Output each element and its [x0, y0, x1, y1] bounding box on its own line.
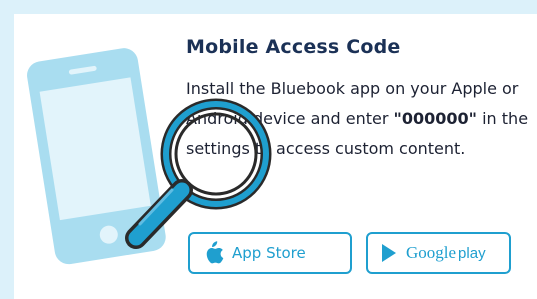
google-play-label: Google play — [406, 243, 486, 263]
play-icon — [382, 244, 396, 262]
card-title: Mobile Access Code — [186, 36, 401, 58]
app-store-button[interactable]: App Store — [188, 232, 352, 274]
mobile-access-card: Mobile Access Code Install the Bluebook … — [14, 14, 537, 299]
card-description: Install the Bluebook app on your Apple o… — [186, 74, 531, 164]
google-play-button[interactable]: Google play — [366, 232, 511, 274]
app-store-label: App Store — [232, 244, 306, 262]
google-play-suffix: play — [458, 245, 486, 262]
access-code: "000000" — [393, 109, 478, 128]
apple-icon — [206, 241, 224, 264]
google-play-brand: Google — [406, 243, 457, 262]
phone-illustration-icon — [27, 48, 166, 265]
